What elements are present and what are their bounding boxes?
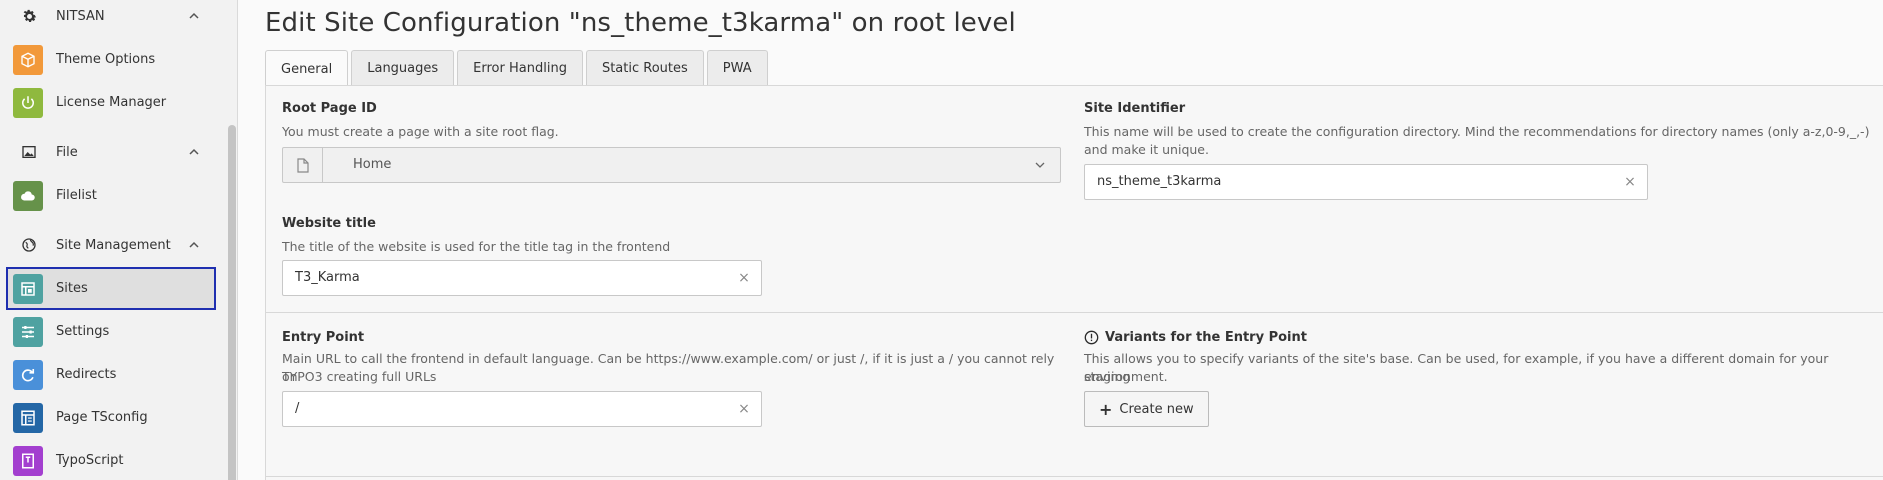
section-divider [265,476,1883,477]
entry-point-label: Entry Point [282,330,365,345]
website-title-label: Website title [282,216,376,231]
group-nitsan[interactable]: NITSAN [0,0,226,36]
tsconfig-icon [13,402,43,433]
tab-pwa[interactable]: PWA [706,50,768,86]
root-page-description: You must create a page with a site root … [282,124,559,139]
site-identifier-input[interactable]: ns_theme_t3karma × [1084,164,1648,200]
variants-description: This allows you to specify variants of t… [1084,351,1829,384]
globe-icon [19,235,39,255]
redirect-icon [13,359,43,390]
typoscript-icon [13,445,43,476]
website-title-input[interactable]: T3_Karma × [282,260,762,296]
sidebar-item-label: Filelist [56,188,97,203]
page-icon [283,148,323,182]
power-icon [13,87,43,118]
sidebar-item-label: Sites [56,281,88,296]
image-icon [19,142,39,162]
sidebar-item-settings[interactable]: Settings [6,310,216,353]
gear-icon [19,6,39,26]
sidebar-item-redirects[interactable]: Redirects [6,353,216,396]
tab-general[interactable]: General [265,50,349,87]
tab-static-routes[interactable]: Static Routes [585,50,704,86]
site-identifier-description: This name will be used to create the con… [1084,124,1870,139]
site-identifier-description-2: and make it unique. [1084,142,1209,157]
root-page-value: Home [353,157,392,172]
sidebar-item-label: Settings [56,324,110,339]
site-icon [13,273,43,304]
sidebar-item-label: License Manager [56,95,167,110]
sliders-icon [13,316,43,347]
sidebar-item-license-manager[interactable]: License Manager [6,81,216,124]
tab-languages[interactable]: Languages [351,50,455,86]
main-content: Edit Site Configuration "ns_theme_t3karm… [239,0,1883,480]
tab-bar: General Languages Error Handling Static … [265,50,771,87]
module-menu: NITSAN Theme Options License Manager Fil… [0,0,238,480]
box-icon [13,44,43,75]
section-divider [265,312,1883,313]
page-title: Edit Site Configuration "ns_theme_t3karm… [265,8,1016,38]
group-label: Site Management [56,237,171,253]
site-identifier-label: Site Identifier [1084,101,1186,116]
sidebar-item-filelist[interactable]: Filelist [6,174,216,217]
sidebar-item-sites[interactable]: Sites [6,267,216,310]
sidebar-item-label: TypoScript [56,453,124,468]
entry-point-description-2: TYPO3 creating full URLs [282,369,437,384]
sidebar-item-label: Theme Options [56,52,156,67]
variants-label: Variants for the Entry Point [1105,330,1307,345]
group-file[interactable]: File [0,132,226,172]
group-site-management[interactable]: Site Management [0,225,226,265]
clear-icon[interactable]: × [1623,174,1637,190]
sidebar-item-theme-options[interactable]: Theme Options [6,38,216,81]
entry-point-input[interactable]: / × [282,391,762,427]
chevron-up-icon [187,145,201,159]
chevron-down-icon [1034,159,1046,171]
chevron-up-icon [187,238,201,252]
create-new-button[interactable]: + Create new [1084,391,1209,427]
sidebar-item-label: Page TSconfig [56,410,148,425]
create-new-label: Create new [1119,401,1194,417]
chevron-up-icon [187,9,201,23]
website-title-description: The title of the website is used for the… [282,239,671,254]
clear-icon[interactable]: × [737,401,751,417]
clear-icon[interactable]: × [737,270,751,286]
variants-description-2: environment. [1084,369,1168,384]
site-identifier-value: ns_theme_t3karma [1097,174,1222,189]
plus-icon: + [1099,399,1113,419]
group-label: File [56,144,78,160]
sidebar-item-label: Redirects [56,367,117,382]
entry-point-value: / [295,401,300,416]
info-icon [1084,330,1099,345]
sidebar-scrollbar-thumb[interactable] [228,125,236,480]
group-label: NITSAN [56,8,105,24]
tab-error-handling[interactable]: Error Handling [457,50,583,86]
root-page-select[interactable]: Home [282,147,1061,183]
cloud-icon [13,180,43,211]
root-page-label: Root Page ID [282,101,377,116]
sidebar-item-typoscript[interactable]: TypoScript [6,439,216,480]
sidebar-item-page-tsconfig[interactable]: Page TSconfig [6,396,216,439]
website-title-value: T3_Karma [295,270,360,285]
